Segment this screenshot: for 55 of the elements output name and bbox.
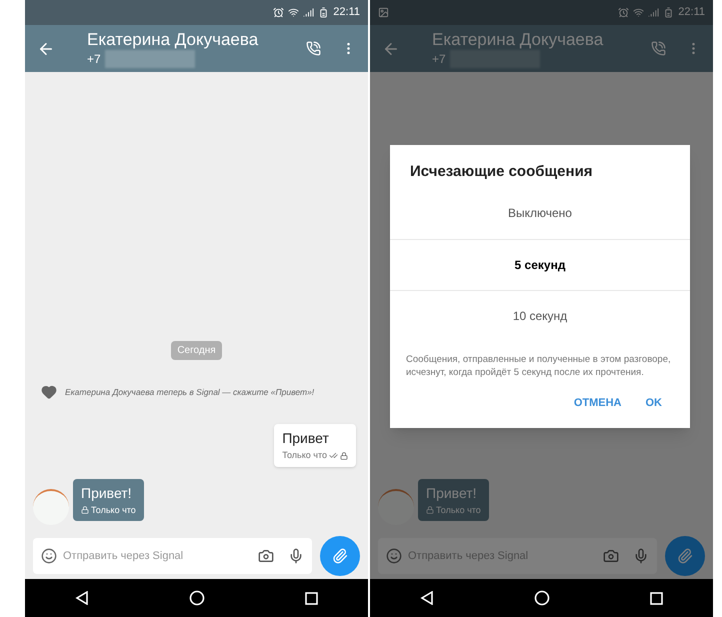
heart-icon xyxy=(41,384,57,400)
avatar xyxy=(33,489,69,525)
message-time: Только что xyxy=(282,449,327,462)
clock-time: 22:11 xyxy=(678,5,705,20)
dialog-option[interactable]: 5 секунд xyxy=(390,238,690,290)
attach-button[interactable] xyxy=(665,536,705,576)
double-check-icon xyxy=(329,451,338,460)
lock-icon xyxy=(81,506,89,514)
paperclip-icon xyxy=(332,548,348,564)
dialog-description: Сообщения, отправленные и полученные в этом разговоре, исчезнут, когда пройдёт 5 секунд после их прочтения. xyxy=(405,352,672,380)
system-message: Екатерина Докучаева теперь в Signal — скажите «Привет»! xyxy=(65,386,314,398)
clock-time: 22:11 xyxy=(333,5,360,20)
message-text: Привет! xyxy=(81,484,133,503)
contact-name: Екатерина Докучаева xyxy=(432,28,604,50)
signal-icon xyxy=(303,7,314,18)
camera-icon[interactable] xyxy=(258,548,274,564)
alarm-icon xyxy=(618,7,630,18)
composer-field[interactable]: Отправить через Signal xyxy=(33,538,312,574)
message-field[interactable]: Отправить через Signal xyxy=(63,548,252,564)
emoji-icon[interactable] xyxy=(41,548,57,564)
avatar xyxy=(378,489,414,525)
image-icon xyxy=(378,7,389,18)
call-button[interactable] xyxy=(651,41,666,56)
dialog-title: Исчезающие сообщения xyxy=(409,162,594,182)
attach-button[interactable] xyxy=(320,536,360,576)
back-nav-icon[interactable] xyxy=(75,591,89,605)
message-text: Привет xyxy=(282,429,330,448)
emoji-icon[interactable] xyxy=(386,548,402,564)
message-time: Только что xyxy=(436,504,481,516)
dialog-option[interactable]: 10 секунд xyxy=(390,290,690,340)
recents-nav-icon[interactable] xyxy=(305,592,318,604)
camera-icon[interactable] xyxy=(603,548,619,564)
contact-phone: +7 xyxy=(87,52,101,67)
microphone-icon[interactable] xyxy=(288,548,304,564)
wifi-icon xyxy=(288,7,300,18)
paperclip-icon xyxy=(677,548,693,564)
lock-icon xyxy=(340,452,348,460)
dialog-option[interactable]: Выключено xyxy=(390,188,690,238)
day-label: Сегодня xyxy=(171,341,222,360)
signal-icon xyxy=(648,7,660,18)
microphone-icon[interactable] xyxy=(633,548,649,564)
battery-icon xyxy=(663,7,674,18)
message-time: Только что xyxy=(91,504,136,516)
alarm-icon xyxy=(273,7,284,18)
call-button[interactable] xyxy=(306,41,321,56)
home-nav-icon[interactable] xyxy=(189,590,205,606)
home-nav-icon[interactable] xyxy=(534,590,550,606)
recents-nav-icon[interactable] xyxy=(650,592,663,604)
back-nav-icon[interactable] xyxy=(420,591,434,605)
battery-icon xyxy=(318,7,330,18)
contact-phone: +7 xyxy=(432,52,446,67)
contact-name: Екатерина Докучаева xyxy=(87,28,258,50)
lock-icon xyxy=(426,506,434,514)
message-text: Привет! xyxy=(426,484,478,503)
wifi-icon xyxy=(633,7,644,18)
